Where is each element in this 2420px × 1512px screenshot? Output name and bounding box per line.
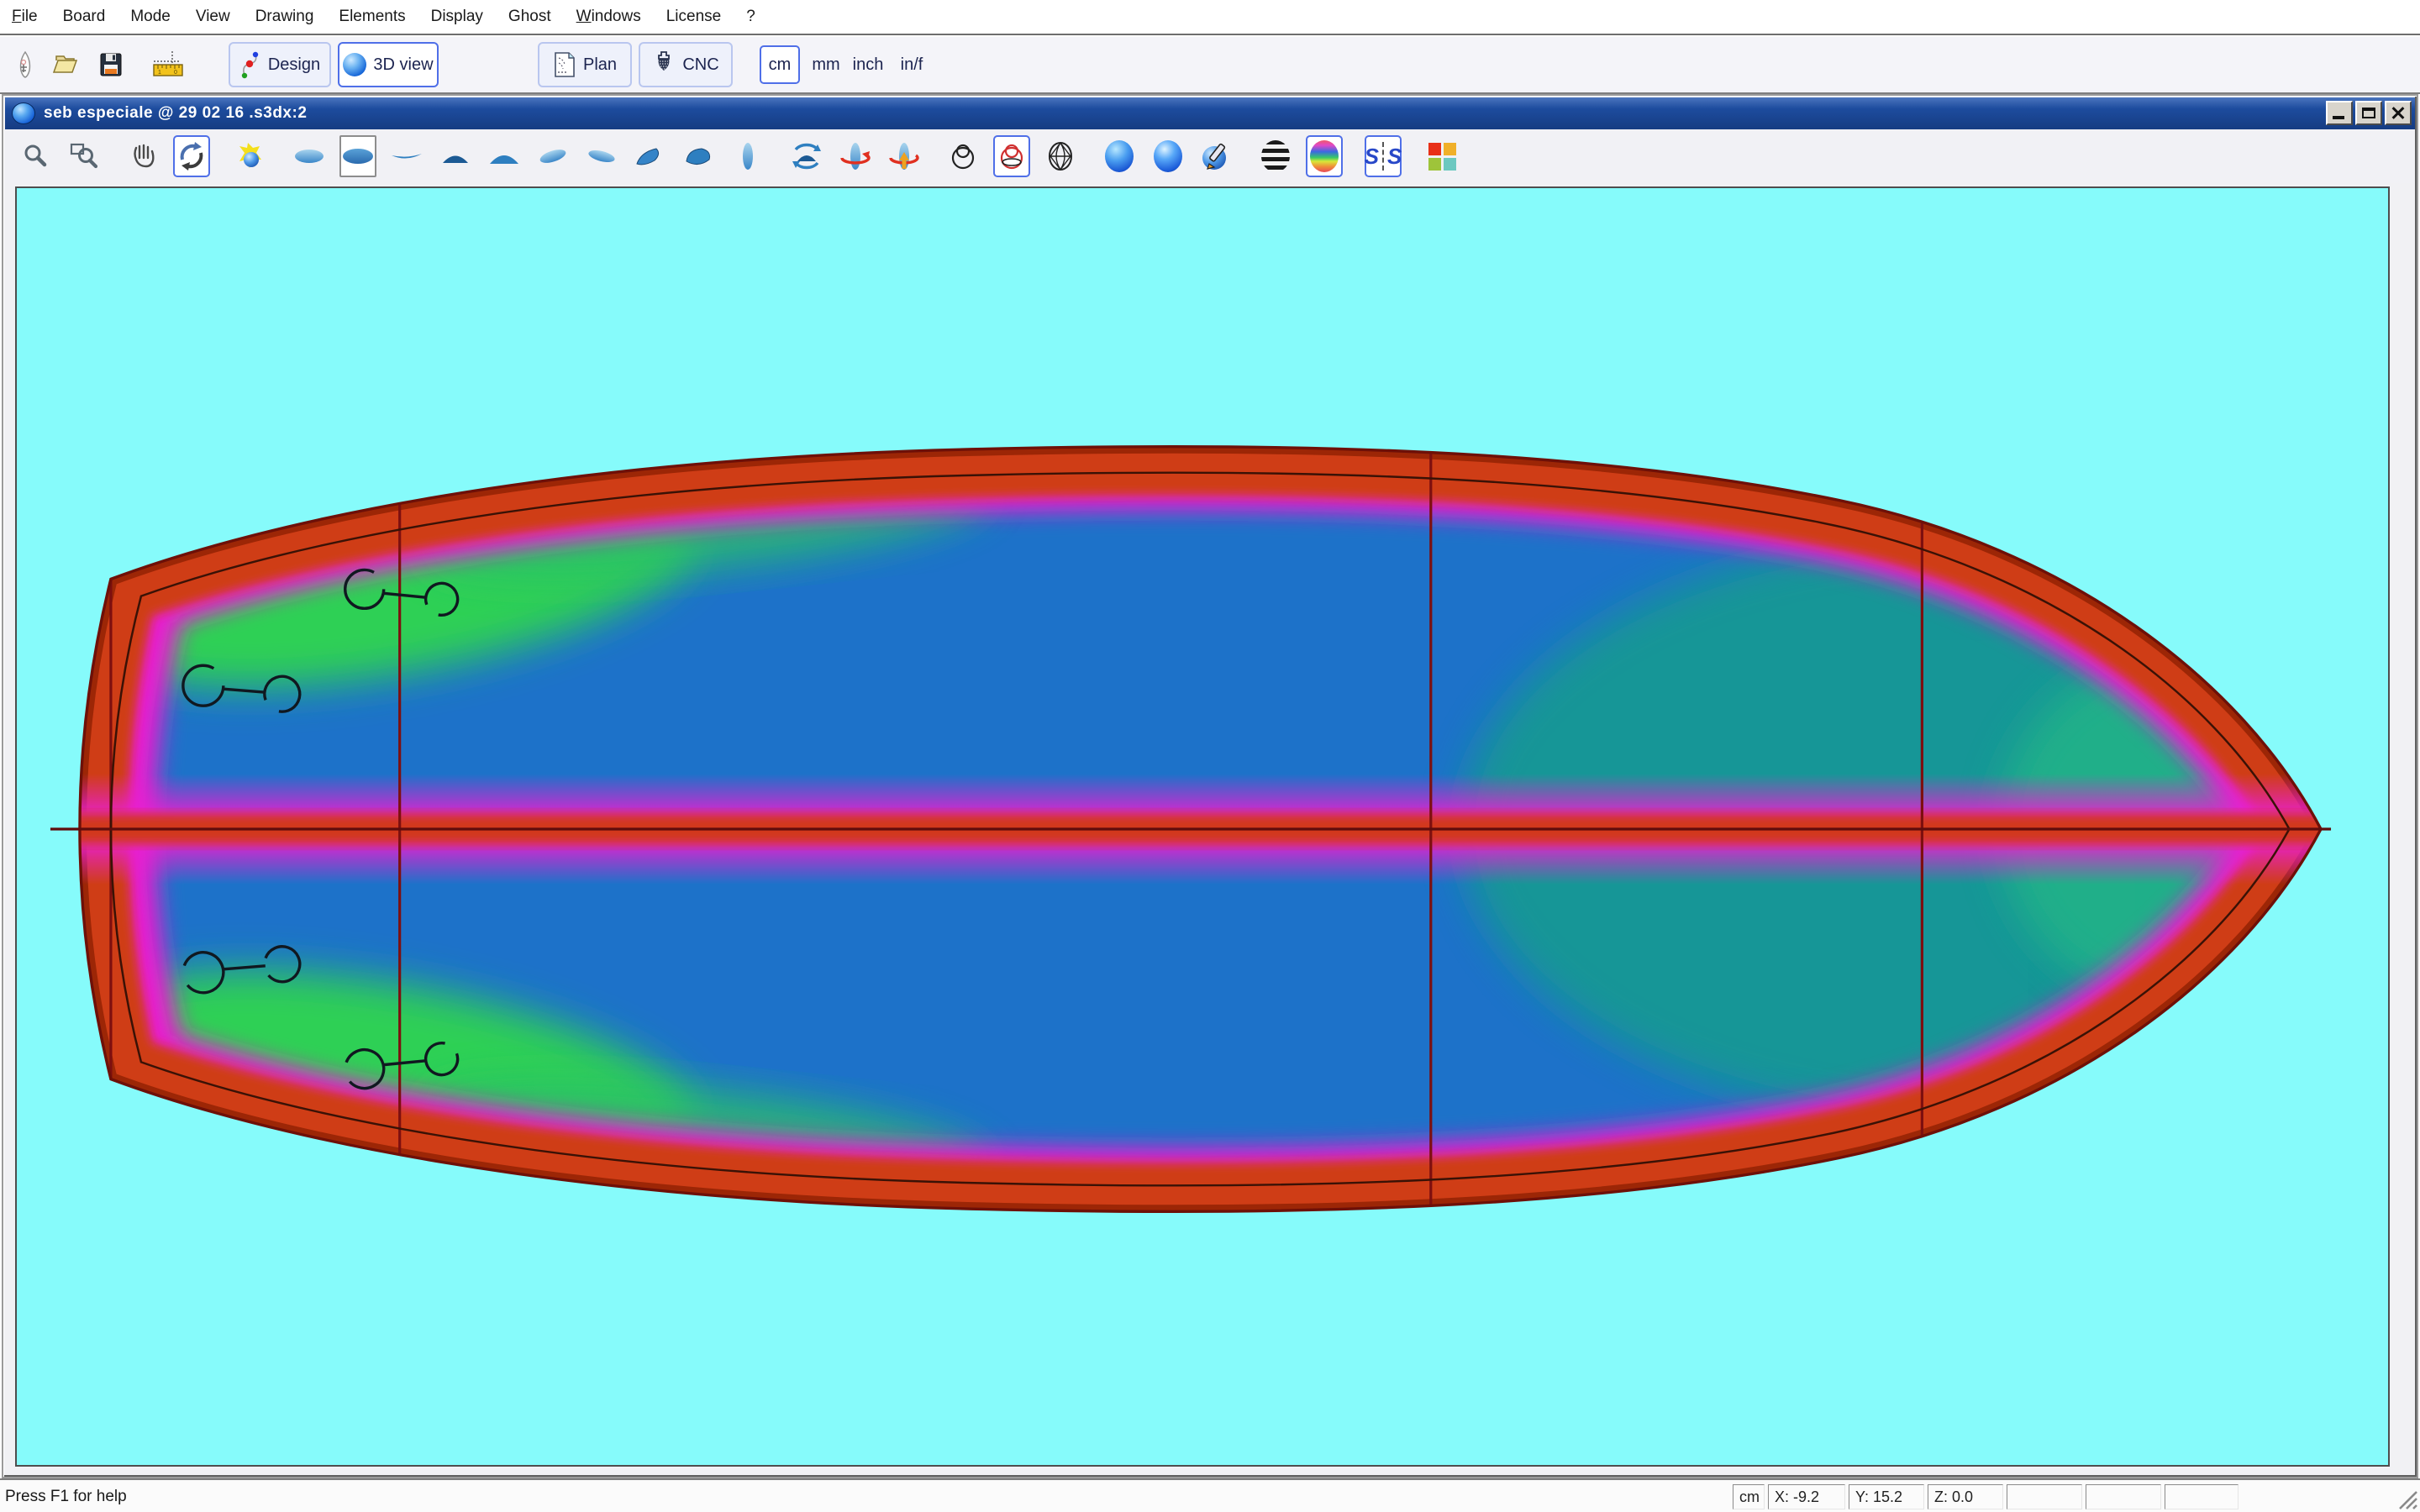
color-palette-icon[interactable] [1423, 135, 1460, 177]
status-unit: cm [1733, 1484, 1765, 1509]
window-title-bar: seb especiale @ 29 02 16 .s3dx:2 [5, 97, 2415, 129]
menu-display[interactable]: Display [431, 8, 483, 26]
menu-file[interactable]: File [12, 8, 38, 26]
zebra-stripes-icon[interactable] [1257, 135, 1294, 177]
status-bar: Press F1 for help cm X: -9.2 Y: 15.2 Z: … [0, 1478, 2420, 1512]
svg-text:0: 0 [174, 70, 177, 76]
status-z-coordinate: Z: 0.0 [1928, 1484, 2003, 1509]
cnc-label: CNC [682, 55, 718, 75]
menu-board[interactable]: Board [63, 8, 106, 26]
symmetry-right-s: S [1387, 144, 1402, 170]
light-icon[interactable] [232, 135, 269, 177]
board-rocker-view-icon[interactable] [388, 135, 425, 177]
cnc-mode-button[interactable]: CNC [639, 42, 733, 87]
menu-ghost[interactable]: Ghost [508, 8, 551, 26]
unit-mm[interactable]: mm [808, 45, 844, 84]
curvature-map-icon[interactable] [1306, 135, 1343, 177]
board-wizard-button[interactable] [7, 42, 44, 87]
rotate-front-view-icon[interactable] [788, 135, 825, 177]
board-front-view-icon[interactable] [437, 135, 474, 177]
zoom-icon[interactable] [17, 135, 54, 177]
maximize-icon [2362, 108, 2375, 118]
status-y-coordinate: Y: 15.2 [1849, 1484, 1924, 1509]
rotate-3d-icon[interactable] [173, 135, 210, 177]
pan-hand-icon[interactable] [124, 135, 161, 177]
menu-help[interactable]: ? [746, 8, 755, 26]
window-controls [2326, 101, 2412, 125]
menu-elements[interactable]: Elements [339, 8, 405, 26]
window-sphere-icon [12, 102, 35, 124]
symmetry-check-icon[interactable]: S S [1365, 135, 1402, 177]
status-field-empty-3 [2165, 1484, 2238, 1509]
plan-mode-button[interactable]: Plan [538, 42, 632, 87]
open-file-button[interactable] [47, 42, 84, 87]
main-toolbar: 1 0 Design 3D view Plan CNC cm [0, 37, 2420, 94]
unit-inf[interactable]: in/f [892, 45, 931, 84]
window-title: seb especiale @ 29 02 16 .s3dx:2 [44, 104, 307, 123]
paint-texture-icon[interactable] [1198, 135, 1235, 177]
unit-cm[interactable]: cm [760, 45, 800, 84]
maximize-button[interactable] [2355, 101, 2382, 125]
board-perspective-1-icon[interactable] [632, 135, 669, 177]
cnc-bit-icon [652, 50, 676, 79]
status-field-empty-2 [2086, 1484, 2161, 1509]
close-button[interactable] [2385, 101, 2412, 125]
zoom-window-icon[interactable] [66, 135, 103, 177]
menu-windows[interactable]: Windows [576, 8, 641, 26]
contour-circles-icon[interactable] [944, 135, 981, 177]
menu-view[interactable]: View [196, 8, 230, 26]
symmetry-left-s: S [1365, 144, 1379, 170]
render-smooth-icon[interactable] [1101, 135, 1138, 177]
board-perspective-2-icon[interactable] [681, 135, 718, 177]
svg-text:1: 1 [158, 70, 161, 76]
mesh-sphere-icon[interactable] [1042, 135, 1079, 177]
board-document-window: seb especiale @ 29 02 16 .s3dx:2 [2, 94, 2418, 1478]
minimize-button[interactable] [2326, 101, 2353, 125]
spin-horizontal-icon[interactable] [837, 135, 874, 177]
unit-inch[interactable]: inch [847, 45, 889, 84]
menu-mode[interactable]: Mode [130, 8, 171, 26]
3d-view-label: 3D view [373, 55, 433, 75]
wireframe-sphere-icon[interactable] [993, 135, 1030, 177]
design-curve-icon [239, 50, 261, 79]
save-file-button[interactable] [92, 42, 129, 87]
resize-grip[interactable] [2393, 1485, 2418, 1510]
menu-drawing[interactable]: Drawing [255, 8, 314, 26]
minimize-icon [2333, 116, 2344, 119]
board-bottom-view-icon[interactable] [339, 135, 376, 177]
status-x-coordinate: X: -9.2 [1768, 1484, 1845, 1509]
board-3d-canvas[interactable] [15, 186, 2390, 1467]
spin-vertical-icon[interactable] [886, 135, 923, 177]
view-toolbar: S S [5, 129, 2415, 183]
dimensions-button[interactable]: 1 0 [148, 42, 193, 87]
ruler-icon: 1 0 [152, 50, 189, 80]
menu-license[interactable]: License [666, 8, 722, 26]
save-floppy-icon [97, 50, 125, 79]
menu-bar: File Board Mode View Drawing Elements Di… [0, 0, 2420, 35]
board-wizard-icon [11, 50, 39, 79]
board-end-view-icon[interactable] [729, 135, 766, 177]
status-field-empty-1 [2007, 1484, 2082, 1509]
board-curvature-render [17, 188, 2388, 1465]
plan-label: Plan [583, 55, 617, 75]
board-tilt-view-2-icon[interactable] [583, 135, 620, 177]
plan-document-icon [553, 51, 576, 78]
board-back-view-icon[interactable] [486, 135, 523, 177]
board-top-view-icon[interactable] [291, 135, 328, 177]
design-label: Design [268, 55, 320, 75]
status-help-text: Press F1 for help [5, 1488, 127, 1506]
design-mode-button[interactable]: Design [229, 42, 331, 87]
open-folder-icon [51, 50, 80, 79]
3d-view-mode-button[interactable]: 3D view [338, 42, 439, 87]
board-tilt-view-1-icon[interactable] [534, 135, 571, 177]
3d-sphere-icon [343, 53, 366, 76]
render-shiny-icon[interactable] [1150, 135, 1186, 177]
